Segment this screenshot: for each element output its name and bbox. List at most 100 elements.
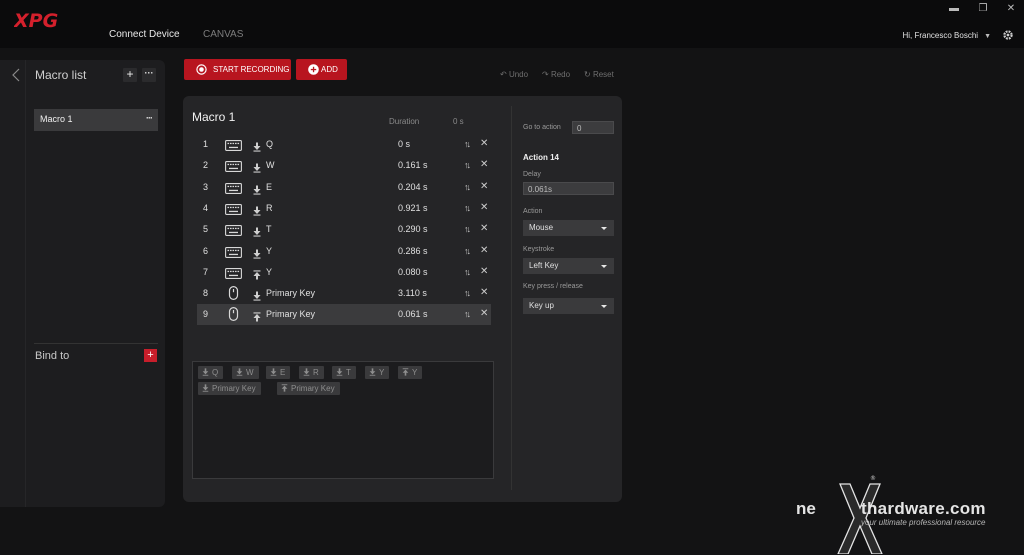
arrow-down-icon [303, 368, 310, 376]
xpg-logo: XPG [14, 10, 58, 32]
start-recording-button[interactable]: START RECORDING [184, 59, 291, 80]
delete-action-icon[interactable]: ✕ [480, 202, 488, 213]
key-press-release-label: Key press / release [523, 283, 583, 290]
action-duration[interactable]: 0 s [398, 139, 410, 149]
action-row[interactable]: 4 R 0.921 s ↑↓ ✕ [197, 198, 491, 219]
swap-order-icon[interactable]: ↑↓ [464, 309, 471, 319]
arrow-down-icon [253, 185, 261, 195]
delete-action-icon[interactable]: ✕ [480, 181, 488, 192]
preview-chip-label: Primary Key [212, 384, 256, 393]
action-duration[interactable]: 0.204 s [398, 182, 428, 192]
arrow-up-icon [281, 384, 288, 392]
preview-chip[interactable]: T [332, 366, 356, 379]
reset-label: Reset [592, 70, 614, 79]
action-number: 7 [203, 266, 209, 277]
nav-canvas[interactable]: CANVAS [203, 29, 243, 40]
action-duration[interactable]: 0.290 s [398, 224, 428, 234]
delete-action-icon[interactable]: ✕ [480, 138, 488, 149]
maximize-icon[interactable]: ❐ [977, 3, 989, 14]
action-row[interactable]: 3 E 0.204 s ↑↓ ✕ [197, 177, 491, 198]
swap-order-icon[interactable]: ↑↓ [464, 203, 471, 213]
preview-chip[interactable]: Q [198, 366, 224, 379]
macro-preview-area: Q W E R T Y Y Primary Key Primary Key [192, 361, 494, 479]
swap-order-icon[interactable]: ↑↓ [464, 288, 471, 298]
action-title: Action 14 [523, 153, 560, 162]
action-duration[interactable]: 3.110 s [398, 288, 427, 298]
action-row[interactable]: 8 Primary Key 3.110 s ↑↓ ✕ [197, 283, 491, 304]
start-recording-label: START RECORDING [213, 65, 290, 74]
add-macro-button[interactable]: + [123, 68, 137, 82]
action-key: T [266, 224, 272, 235]
delete-action-icon[interactable]: ✕ [480, 308, 488, 319]
preview-chip[interactable]: W [232, 366, 259, 379]
delete-action-icon[interactable]: ✕ [480, 266, 488, 277]
preview-chip[interactable]: E [266, 366, 291, 379]
chevron-left-icon[interactable] [11, 68, 21, 82]
preview-chip[interactable]: Primary Key [277, 382, 340, 395]
action-type-value: Mouse [529, 223, 554, 232]
action-number: 5 [203, 224, 209, 235]
delete-action-icon[interactable]: ✕ [480, 223, 488, 234]
gear-icon[interactable] [1002, 29, 1014, 41]
macro-list-item[interactable]: Macro 1 ··· [34, 109, 158, 131]
action-row[interactable]: 2 W 0.161 s ↑↓ ✕ [197, 155, 491, 176]
preview-chip[interactable]: Primary Key [198, 382, 261, 395]
preview-chip-label: Q [212, 368, 219, 377]
delete-action-icon[interactable]: ✕ [480, 159, 488, 170]
action-duration[interactable]: 0.921 s [398, 203, 428, 213]
redo-button[interactable]: ↷ Redo [542, 70, 570, 79]
action-type-select[interactable]: Mouse [523, 220, 614, 236]
keystroke-value: Left Key [529, 261, 559, 270]
action-row[interactable]: 7 Y 0.080 s ↑↓ ✕ [197, 262, 491, 283]
minimize-icon[interactable]: ▬ [948, 3, 960, 14]
add-action-button[interactable]: ADD [296, 59, 347, 80]
close-icon[interactable]: ✕ [1005, 3, 1017, 14]
swap-order-icon[interactable]: ↑↓ [464, 182, 471, 192]
arrow-down-icon [253, 206, 261, 216]
action-duration[interactable]: 0.286 s [398, 246, 428, 256]
arrow-down-icon [253, 163, 261, 173]
reset-button[interactable]: ↻ Reset [584, 70, 614, 79]
action-row[interactable]: 6 Y 0.286 s ↑↓ ✕ [197, 241, 491, 262]
delay-input[interactable]: 0.061s [523, 182, 614, 195]
action-key: Primary Key [266, 288, 316, 299]
nav-connect-device[interactable]: Connect Device [109, 29, 180, 40]
user-menu[interactable]: Hi, Francesco Boschi ▼ [902, 31, 991, 40]
action-duration[interactable]: 0.161 s [398, 160, 428, 170]
action-row[interactable]: 5 T 0.290 s ↑↓ ✕ [197, 219, 491, 240]
swap-order-icon[interactable]: ↑↓ [464, 139, 471, 149]
panel-divider [25, 60, 26, 507]
delete-action-icon[interactable]: ✕ [480, 287, 488, 298]
swap-order-icon[interactable]: ↑↓ [464, 267, 471, 277]
arrow-down-icon [270, 368, 277, 376]
action-key: R [266, 202, 273, 213]
keyboard-icon [225, 203, 242, 215]
swap-order-icon[interactable]: ↑↓ [464, 160, 471, 170]
goto-action-input[interactable]: 0 [572, 121, 614, 134]
preview-chip[interactable]: Y [398, 366, 423, 379]
plus-circle-icon [308, 64, 319, 75]
swap-order-icon[interactable]: ↑↓ [464, 224, 471, 234]
swap-order-icon[interactable]: ↑↓ [464, 246, 471, 256]
action-duration[interactable]: 0.061 s [398, 309, 428, 319]
action-row[interactable]: 9 Primary Key 0.061 s ↑↓ ✕ [197, 304, 491, 326]
action-duration[interactable]: 0.080 s [398, 267, 428, 277]
bind-add-button[interactable]: + [144, 349, 157, 362]
arrow-down-icon [253, 291, 261, 301]
keystroke-select[interactable]: Left Key [523, 258, 614, 274]
action-key: W [266, 160, 275, 171]
preview-chip[interactable]: Y [365, 366, 390, 379]
mouse-icon [228, 307, 239, 322]
macro-list-more-button[interactable]: ··· [142, 68, 156, 82]
delete-action-icon[interactable]: ✕ [480, 245, 488, 256]
key-press-release-select[interactable]: Key up [523, 298, 614, 314]
action-row[interactable]: 1 Q 0 s ↑↓ ✕ [197, 134, 491, 155]
preview-chip[interactable]: R [299, 366, 324, 379]
macro-title: Macro 1 [192, 110, 236, 124]
keyboard-icon [225, 246, 242, 258]
macro-item-more-icon[interactable]: ··· [146, 113, 153, 123]
preview-chip-label: Primary Key [291, 384, 335, 393]
arrow-up-icon [253, 312, 261, 322]
undo-button[interactable]: ↶ Undo [500, 70, 528, 79]
arrow-down-icon [236, 368, 243, 376]
